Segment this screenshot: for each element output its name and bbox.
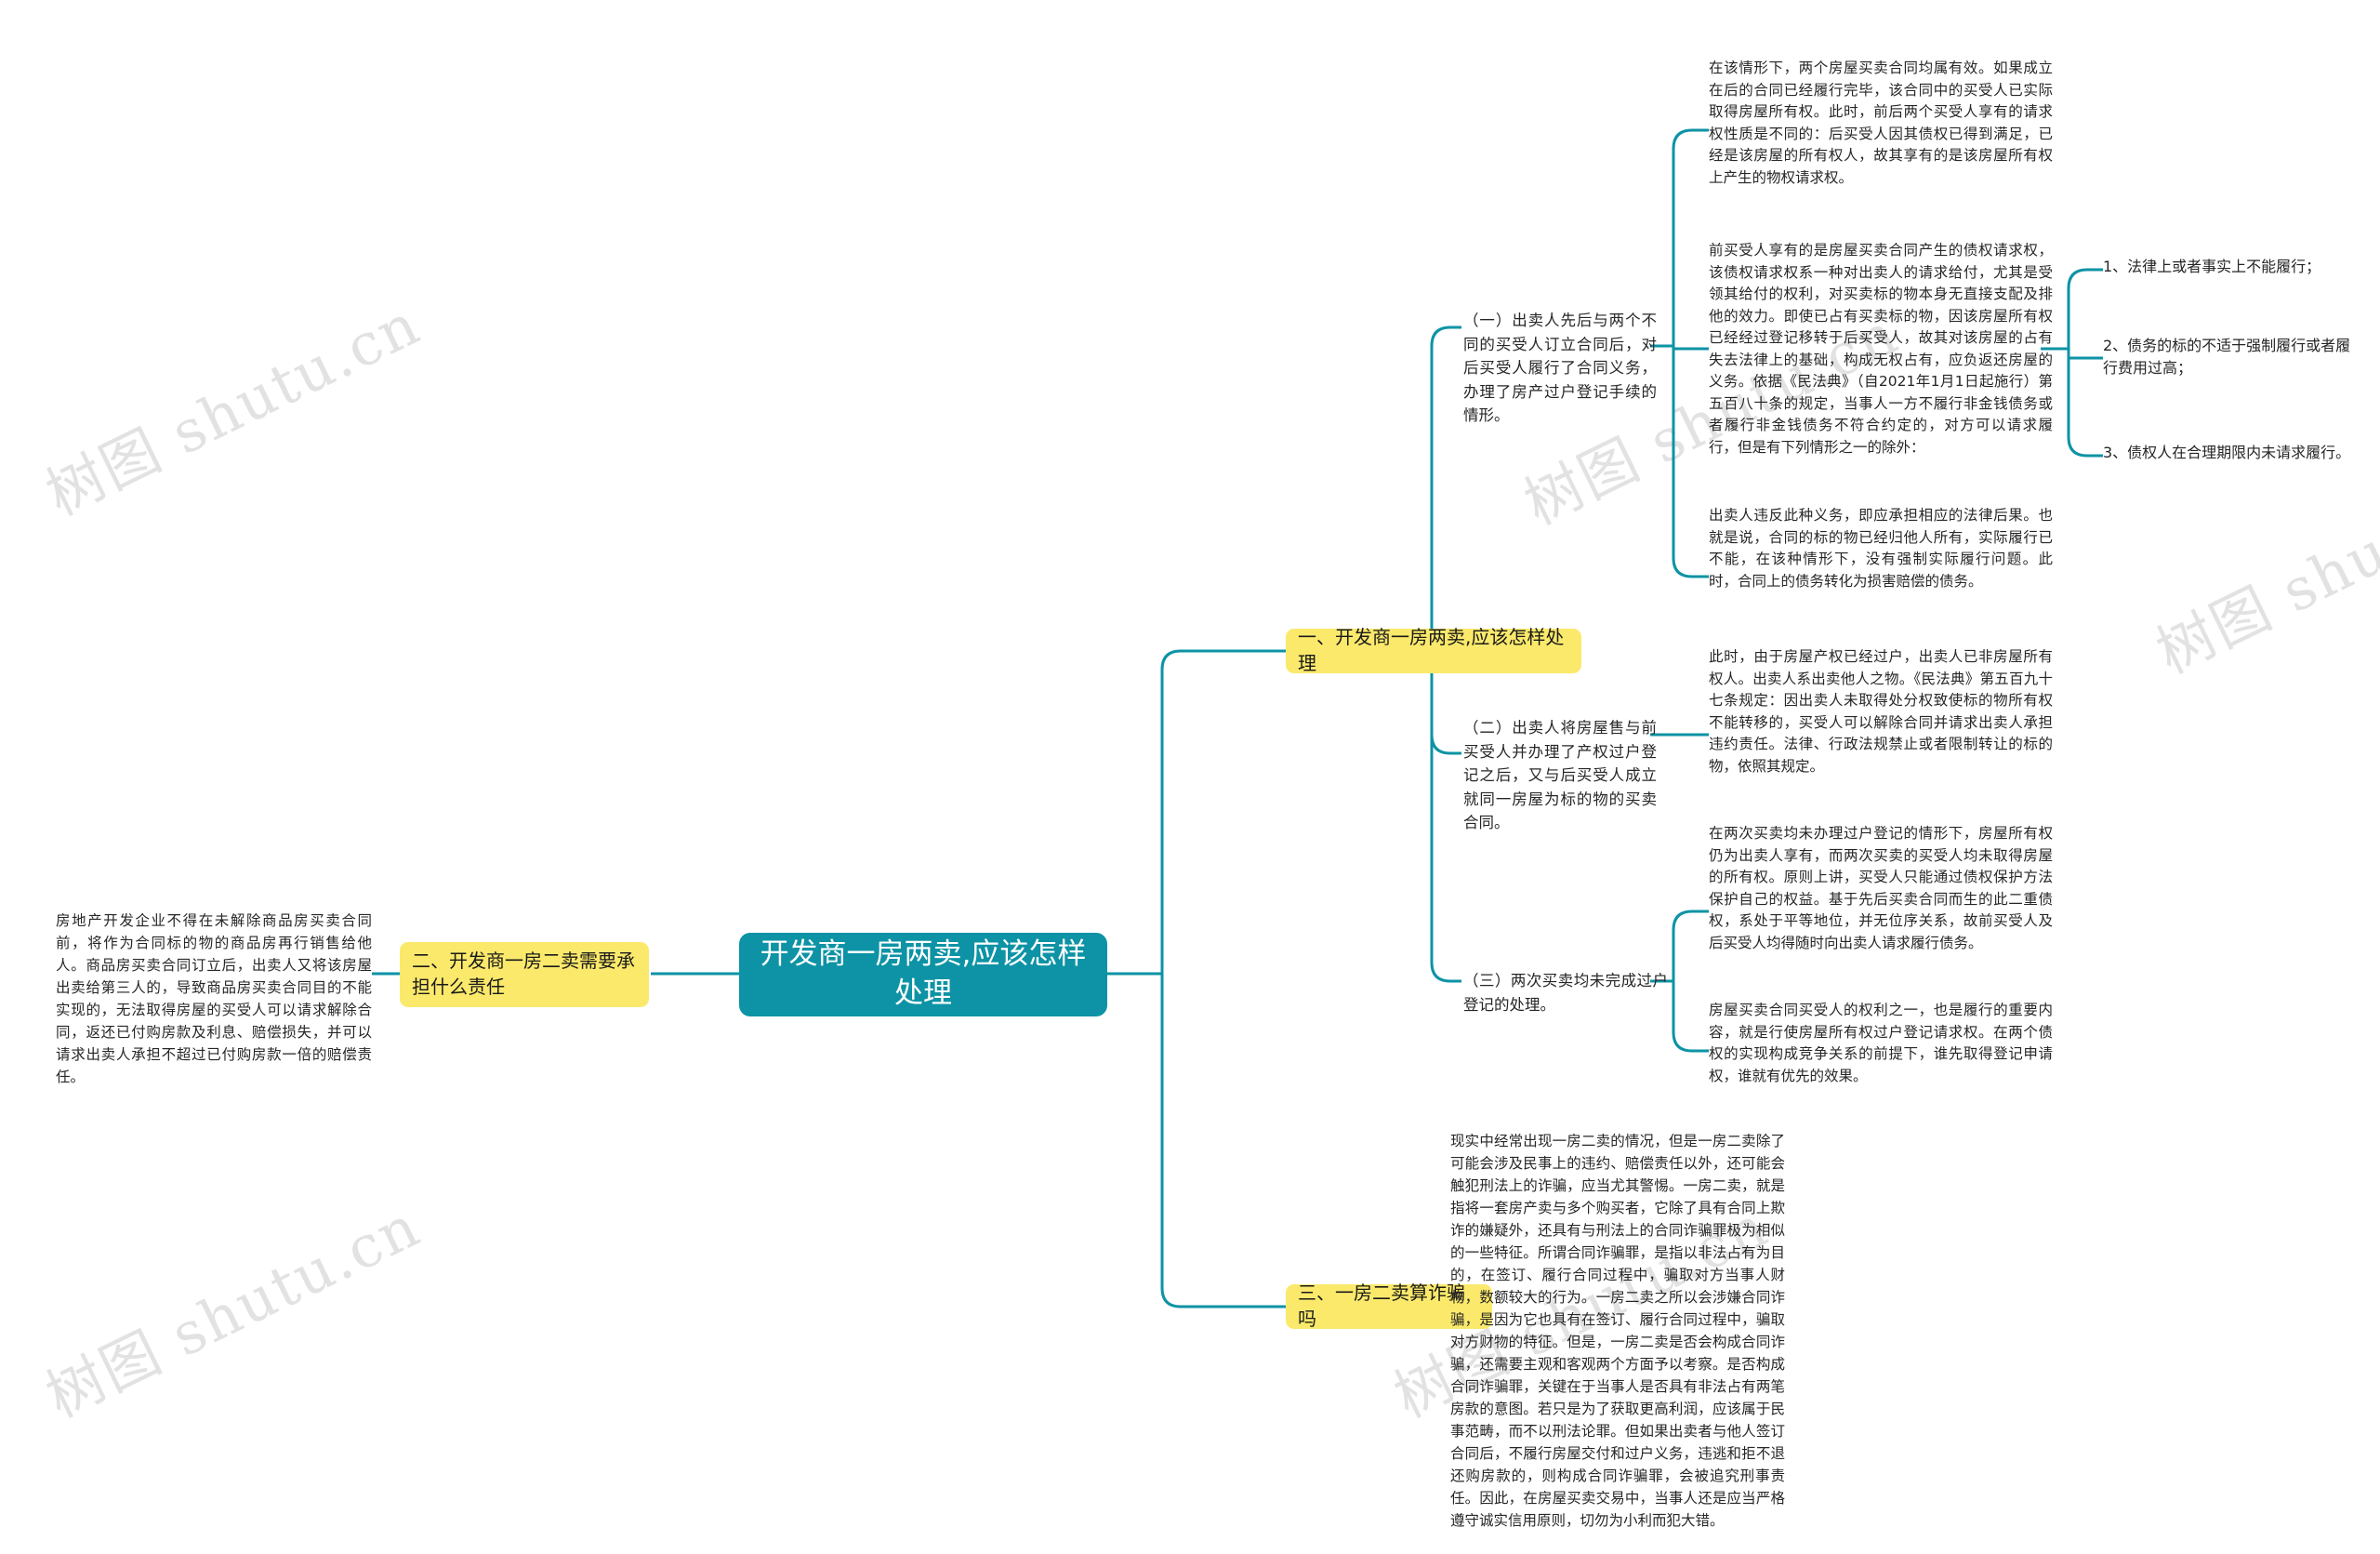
detail-node-4[interactable]: 此时，由于房屋产权已经过户，出卖人已非房屋所有权人。出卖人系出卖他人之物。《民法…: [1709, 646, 2053, 777]
topic-node-1[interactable]: 一、开发商一房两卖,应该怎样处理: [1286, 626, 1581, 674]
sub-node-3[interactable]: （三）两次买卖均未完成过户登记的处理。: [1461, 967, 1670, 1018]
sub-node-2[interactable]: （二）出卖人将房屋售与前买受人并办理了产权过户登记之后，又与后买受人成立就同一房…: [1461, 714, 1659, 837]
exception-item-3[interactable]: 3、债权人在合理期限内未请求履行。: [2103, 442, 2354, 464]
detail-node-6[interactable]: 房屋买卖合同买受人的权利之一，也是履行的重要内容，就是行使房屋所有权过户登记请求…: [1709, 1000, 2053, 1087]
sub-node-1-label: （一）出卖人先后与两个不同的买受人订立合同后，对后买受人履行了合同义务，办理了房…: [1463, 312, 1657, 425]
sub-node-3-label: （三）两次买卖均未完成过户登记的处理。: [1463, 972, 1668, 1014]
topic3-detail-text: 现实中经常出现一房二卖的情况，但是一房二卖除了可能会涉及民事上的违约、赔偿责任以…: [1450, 1133, 1785, 1530]
watermark: 树图 shutu.cn: [35, 1191, 430, 1431]
sub-node-1[interactable]: （一）出卖人先后与两个不同的买受人订立合同后，对后买受人履行了合同义务，办理了房…: [1461, 307, 1659, 430]
topic3-detail-node[interactable]: 现实中经常出现一房二卖的情况，但是一房二卖除了可能会涉及民事上的违约、赔偿责任以…: [1450, 1130, 1785, 1532]
topic2-detail-node[interactable]: 房地产开发企业不得在未解除商品房买卖合同前，将作为合同标的物的商品房再行销售给他…: [56, 910, 372, 1088]
detail-node-5-text: 在两次买卖均未办理过户登记的情形下，房屋所有权仍为出卖人享有，而两次买卖的买受人…: [1709, 825, 2053, 951]
root-node[interactable]: 开发商一房两卖,应该怎样处理: [739, 933, 1107, 1016]
detail-node-6-text: 房屋买卖合同买受人的权利之一，也是履行的重要内容，就是行使房屋所有权过户登记请求…: [1709, 1002, 2053, 1084]
detail-node-2-text: 前买受人享有的是房屋买卖合同产生的债权请求权，该债权请求权系一种对出卖人的请求给…: [1709, 242, 2053, 456]
topic-node-2[interactable]: 二、开发商一房二卖需要承担什么责任: [400, 942, 649, 1007]
exception-item-2[interactable]: 2、债务的标的不适于强制履行或者履行费用过高；: [2103, 335, 2354, 379]
watermark: 树图 shutu.cn: [2146, 447, 2380, 687]
detail-node-1[interactable]: 在该情形下，两个房屋买卖合同均属有效。如果成立在后的合同已经履行完毕，该合同中的…: [1709, 58, 2053, 189]
topic2-detail-text: 房地产开发企业不得在未解除商品房买卖合同前，将作为合同标的物的商品房再行销售给他…: [56, 912, 372, 1086]
exception-item-1-label: 1、法律上或者事实上不能履行；: [2103, 258, 2321, 275]
exception-item-2-label: 2、债务的标的不适于强制履行或者履行费用过高；: [2103, 337, 2351, 377]
detail-node-3-text: 出卖人违反此种义务，即应承担相应的法律后果。也就是说，合同的标的物已经归他人所有…: [1709, 507, 2053, 590]
detail-node-5[interactable]: 在两次买卖均未办理过户登记的情形下，房屋所有权仍为出卖人享有，而两次买卖的买受人…: [1709, 823, 2053, 954]
detail-node-4-text: 此时，由于房屋产权已经过户，出卖人已非房屋所有权人。出卖人系出卖他人之物。《民法…: [1709, 648, 2053, 775]
detail-node-1-text: 在该情形下，两个房屋买卖合同均属有效。如果成立在后的合同已经履行完毕，该合同中的…: [1709, 60, 2053, 186]
exception-item-1[interactable]: 1、法律上或者事实上不能履行；: [2103, 256, 2354, 278]
sub-node-2-label: （二）出卖人将房屋售与前买受人并办理了产权过户登记之后，又与后买受人成立就同一房…: [1463, 719, 1657, 832]
detail-node-3[interactable]: 出卖人违反此种义务，即应承担相应的法律后果。也就是说，合同的标的物已经归他人所有…: [1709, 505, 2053, 592]
topic-node-2-label: 二、开发商一房二卖需要承担什么责任: [412, 950, 635, 998]
exception-item-3-label: 3、债权人在合理期限内未请求履行。: [2103, 444, 2351, 461]
root-node-label: 开发商一房两卖,应该怎样处理: [760, 937, 1087, 1010]
topic-node-1-label: 一、开发商一房两卖,应该怎样处理: [1298, 626, 1565, 674]
detail-node-2[interactable]: 前买受人享有的是房屋买卖合同产生的债权请求权，该债权请求权系一种对出卖人的请求给…: [1709, 240, 2053, 458]
mindmap-canvas: 树图 shutu.cn 树图 shutu.cn 树图 shutu.cn 树图 s…: [0, 0, 2380, 1554]
watermark: 树图 shutu.cn: [35, 289, 430, 529]
